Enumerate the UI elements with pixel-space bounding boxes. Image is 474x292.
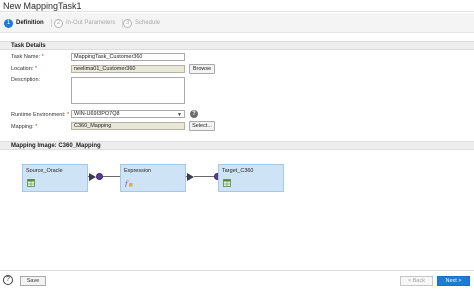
- mapping-field: C360_Mapping: [71, 122, 185, 130]
- node-name: Target_C360: [222, 168, 254, 174]
- title-bar: New MappingTask1: [0, 0, 474, 12]
- label-text: Location:: [11, 66, 34, 72]
- label-text: Mapping:: [11, 124, 34, 130]
- description-textarea[interactable]: [71, 77, 185, 104]
- task-name-input[interactable]: MappingTask_Customer360: [71, 53, 185, 61]
- source-table-icon: [27, 179, 35, 187]
- next-button[interactable]: Next >: [437, 276, 470, 286]
- step-schedule[interactable]: 3 Schedule: [123, 17, 160, 29]
- section-title: Mapping Image: C360_Mapping: [11, 143, 101, 149]
- required-mark: *: [35, 124, 38, 130]
- task-details-header: Task Details: [0, 41, 474, 50]
- step-number: 1: [4, 18, 13, 28]
- runtime-environment-label: Runtime Environment: *: [11, 112, 69, 118]
- required-mark: *: [66, 112, 70, 118]
- target-node[interactable]: Target_C360: [218, 164, 284, 192]
- link-arrow: [187, 173, 194, 181]
- browse-button[interactable]: Browse: [189, 64, 215, 74]
- source-node[interactable]: Source_Oracle: [22, 164, 88, 192]
- step-definition[interactable]: 1 Definition: [4, 17, 52, 29]
- window-title: New MappingTask1: [3, 1, 82, 11]
- mapping-label: Mapping: *: [11, 124, 37, 130]
- location-label: Location: *: [11, 66, 37, 72]
- label-text: Description:: [11, 77, 41, 83]
- label-text: Task Name:: [11, 54, 41, 60]
- label-text: Runtime Environment:: [11, 112, 66, 118]
- expression-node[interactable]: Expression f: [120, 164, 186, 192]
- mapping-canvas: Source_Oracle Expression f Target_C360: [0, 152, 474, 268]
- target-table-icon: [223, 179, 231, 187]
- step-label: Definition: [16, 20, 44, 26]
- description-label: Description:: [11, 77, 40, 83]
- svg-text:f: f: [125, 180, 129, 187]
- node-name: Source_Oracle: [26, 168, 63, 174]
- save-button[interactable]: Save: [20, 276, 46, 286]
- mapping-image-header: Mapping Image: C360_Mapping: [0, 141, 474, 150]
- select-mapping-button[interactable]: Select...: [189, 121, 215, 131]
- location-field: neelima01_Customer360: [71, 65, 185, 73]
- step-label: Schedule: [135, 20, 161, 26]
- required-mark: *: [41, 54, 44, 60]
- chevron-down-icon: ▼: [177, 112, 182, 118]
- input-port-dot[interactable]: [96, 173, 103, 180]
- help-icon[interactable]: ?: [3, 275, 13, 285]
- step-in-out-parameters[interactable]: 2 In-Out Parameters: [54, 17, 124, 29]
- task-name-label: Task Name: *: [11, 54, 44, 60]
- step-label: In-Out Parameters: [66, 20, 116, 26]
- step-number: 3: [123, 18, 132, 28]
- section-title: Task Details: [11, 43, 46, 49]
- header-value: C360_Mapping: [58, 143, 101, 149]
- runtime-environment-select[interactable]: WIN-U69I3PO7Q8 ▼: [71, 110, 185, 118]
- back-button[interactable]: < Back: [400, 276, 433, 286]
- link-arrow: [89, 173, 96, 181]
- expression-icon: f: [125, 180, 133, 187]
- step-separator: [50, 19, 52, 27]
- selected-value: WIN-U69I3PO7Q8: [74, 111, 120, 117]
- step-number: 2: [54, 18, 63, 28]
- link-line: [103, 176, 120, 177]
- required-mark: *: [34, 66, 37, 72]
- footer-bar: ? Save < Back Next >: [0, 270, 474, 292]
- wizard-steps: 1 Definition 2 In-Out Parameters 3 Sched…: [0, 13, 474, 33]
- link-line: [194, 176, 214, 177]
- header-label: Mapping Image:: [11, 143, 57, 149]
- help-icon[interactable]: ?: [190, 110, 198, 118]
- node-name: Expression: [124, 168, 152, 174]
